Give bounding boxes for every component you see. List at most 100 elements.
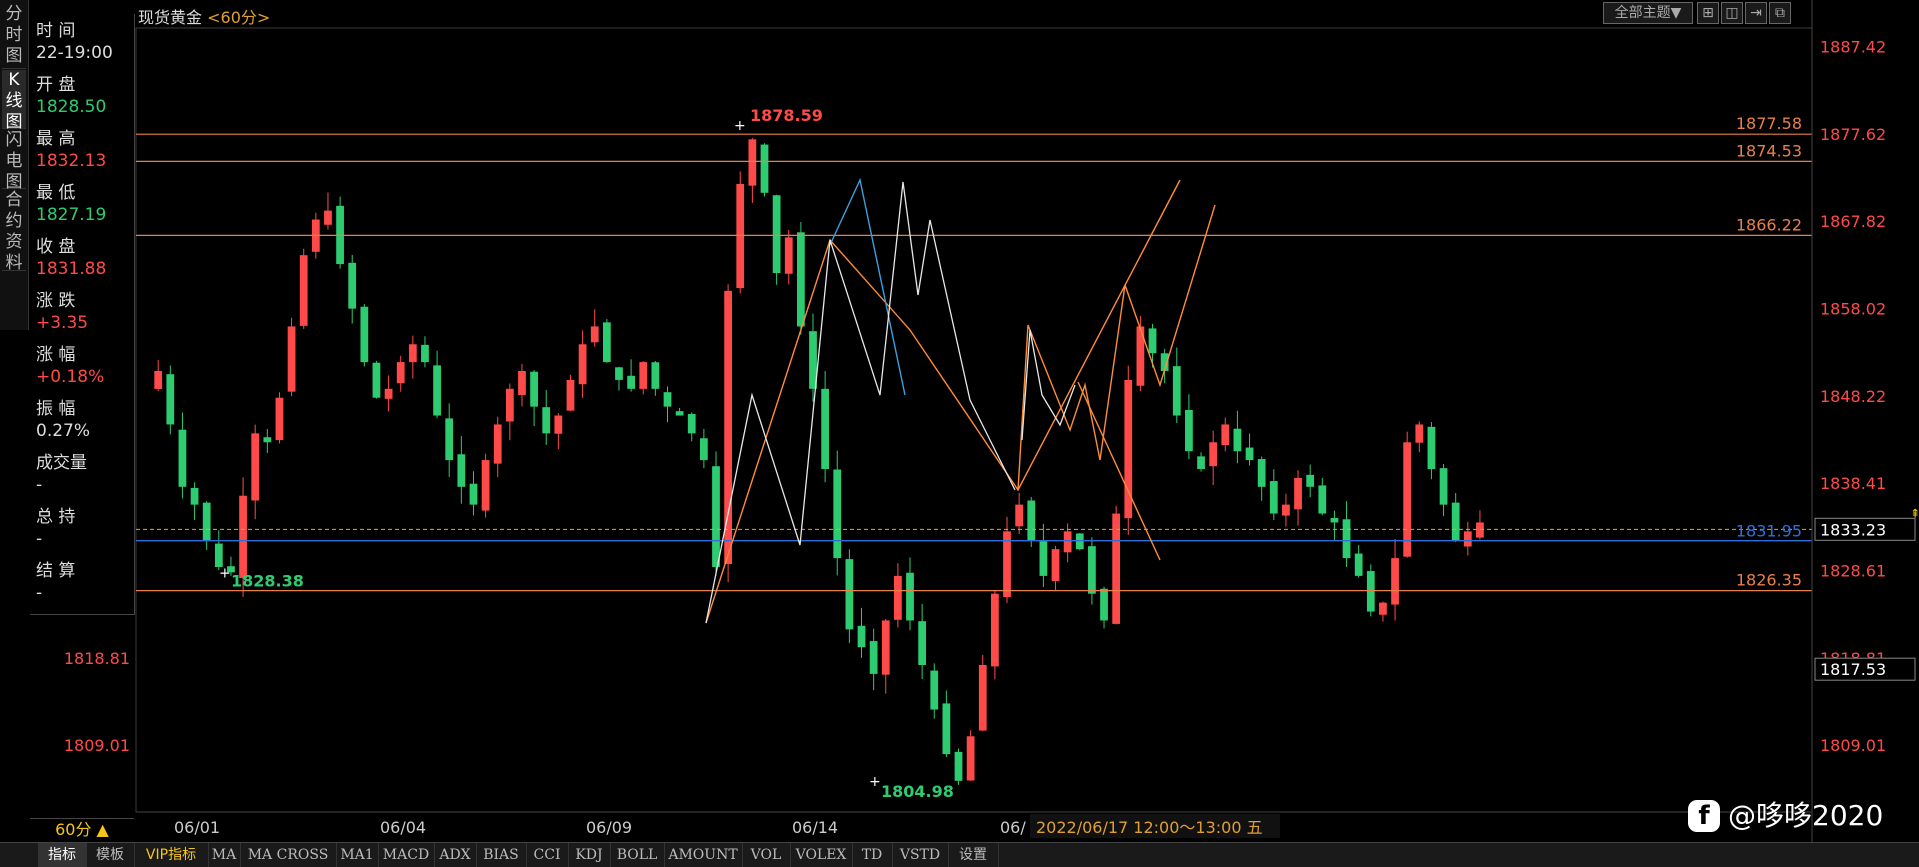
- cursor-time-label: 2022/06/17 12:00～13:00 五: [1036, 818, 1263, 837]
- candle-body: [1063, 531, 1072, 553]
- x-tick-label: 06/14: [792, 818, 838, 837]
- y-tick-label: 1809.01: [1820, 736, 1886, 755]
- candle-body: [1039, 541, 1048, 576]
- candle-body: [736, 183, 745, 289]
- candle-body: [1318, 485, 1327, 514]
- candle-body: [699, 438, 708, 461]
- candle-body: [190, 487, 199, 505]
- candle-body: [906, 572, 914, 621]
- marked-price-label: 1878.59: [750, 106, 823, 125]
- y-tick-label: 1858.02: [1820, 299, 1886, 318]
- indicator-tab[interactable]: TD: [852, 843, 893, 867]
- candle-body: [1233, 428, 1242, 452]
- theme-select[interactable]: 全部主题▼: [1603, 2, 1693, 24]
- candle-body: [481, 460, 490, 511]
- candle-body: [505, 388, 514, 422]
- price-marker-cross: +: [734, 118, 746, 134]
- marked-price-label: 1804.98: [881, 782, 954, 801]
- candle-body: [348, 262, 357, 309]
- candle-body: [1209, 442, 1218, 467]
- kline-chart[interactable]: 1877.58 1874.53 1866.22 1826.35 1831.95 +1878…: [0, 0, 1919, 842]
- candle-body: [1306, 474, 1315, 487]
- candle-body: [651, 362, 660, 389]
- indicator-tab[interactable]: VOL: [742, 843, 791, 867]
- level-label: 1826.35: [1736, 571, 1802, 590]
- candle-body: [1027, 500, 1036, 541]
- level-label: 1877.58: [1736, 114, 1802, 133]
- indicator-tab[interactable]: 模板: [86, 843, 135, 867]
- candle-body: [1415, 424, 1424, 443]
- candle-body: [821, 388, 830, 469]
- layout-grid-icon[interactable]: ⊞: [1697, 2, 1719, 24]
- candle-body: [493, 424, 502, 464]
- y-tick-label: 1848.22: [1820, 387, 1886, 406]
- candle-body: [287, 326, 296, 392]
- candle-body: [675, 411, 684, 416]
- candle-body: [1221, 424, 1230, 446]
- candle-body: [918, 621, 927, 665]
- indicator-tab[interactable]: 设置: [948, 843, 999, 867]
- candle-body: [299, 255, 308, 326]
- candle-body: [469, 483, 478, 505]
- candle-body: [833, 469, 842, 559]
- price-arrow-icon: ⇞: [1910, 506, 1919, 520]
- expand-icon[interactable]: ⧉: [1769, 2, 1791, 24]
- candle-body: [724, 290, 732, 565]
- indicator-tab[interactable]: 指标: [38, 843, 87, 867]
- period-selector[interactable]: 60分 ▲: [30, 818, 134, 841]
- candle-body: [1257, 459, 1266, 487]
- candle-body: [457, 454, 466, 487]
- candle-body: [542, 407, 551, 434]
- white-trend-line: [705, 181, 1016, 624]
- candle-body: [1463, 531, 1472, 547]
- candle-body: [760, 144, 769, 193]
- candle-body: [518, 371, 526, 395]
- candle-body: [1427, 426, 1436, 469]
- candle-body: [530, 371, 538, 407]
- candle-body: [1391, 558, 1399, 605]
- split-view-icon[interactable]: ◫: [1721, 2, 1743, 24]
- candle-body: [578, 344, 587, 385]
- candle-body: [954, 751, 963, 781]
- candle-body: [324, 210, 332, 225]
- candle-body: [239, 495, 247, 578]
- candle-body: [639, 362, 648, 389]
- indicator-tab[interactable]: BIAS: [476, 843, 527, 867]
- candle-body: [930, 670, 939, 710]
- indicator-tab[interactable]: CCI: [526, 843, 569, 867]
- candle-body: [1282, 504, 1290, 516]
- candle-body: [590, 326, 599, 343]
- indicator-tab[interactable]: MA1: [336, 843, 379, 867]
- indicator-tab[interactable]: BOLL: [610, 843, 665, 867]
- candle-body: [566, 379, 575, 411]
- x-tick-label: 06/09: [586, 818, 632, 837]
- price-marker-cross: +: [869, 774, 881, 790]
- indicator-tab[interactable]: MACD: [378, 843, 435, 867]
- candle-body: [942, 703, 951, 755]
- indicator-tab[interactable]: MA CROSS: [240, 843, 337, 867]
- level-label: 1866.22: [1736, 215, 1802, 234]
- candle-body: [1015, 504, 1024, 527]
- indicator-tab[interactable]: AMOUNT: [664, 843, 743, 867]
- candle-body: [1269, 481, 1278, 514]
- candle-body: [178, 429, 187, 487]
- candle-body: [1100, 588, 1108, 621]
- indicator-tab[interactable]: KDJ: [568, 843, 611, 867]
- candle-body: [796, 232, 805, 327]
- candle-body: [1476, 522, 1484, 538]
- indicator-tab[interactable]: VOLEX: [790, 843, 853, 867]
- indicator-tab[interactable]: VSTD: [892, 843, 949, 867]
- indicator-tab[interactable]: ADX: [434, 843, 477, 867]
- indicator-tab[interactable]: MA: [208, 843, 241, 867]
- candle-body: [881, 620, 890, 675]
- candle-body: [1354, 553, 1363, 576]
- hover-price-box-text: 1817.53: [1820, 660, 1886, 679]
- pin-icon[interactable]: ⇥: [1745, 2, 1767, 24]
- candle-body: [166, 374, 175, 425]
- y-tick-label: 1887.42: [1820, 38, 1886, 57]
- indicator-tab[interactable]: VIP指标: [134, 843, 209, 867]
- candle-body: [214, 543, 223, 567]
- candle-body: [687, 413, 696, 434]
- x-tick-label: 06/: [1000, 818, 1026, 837]
- candle-body: [554, 415, 563, 434]
